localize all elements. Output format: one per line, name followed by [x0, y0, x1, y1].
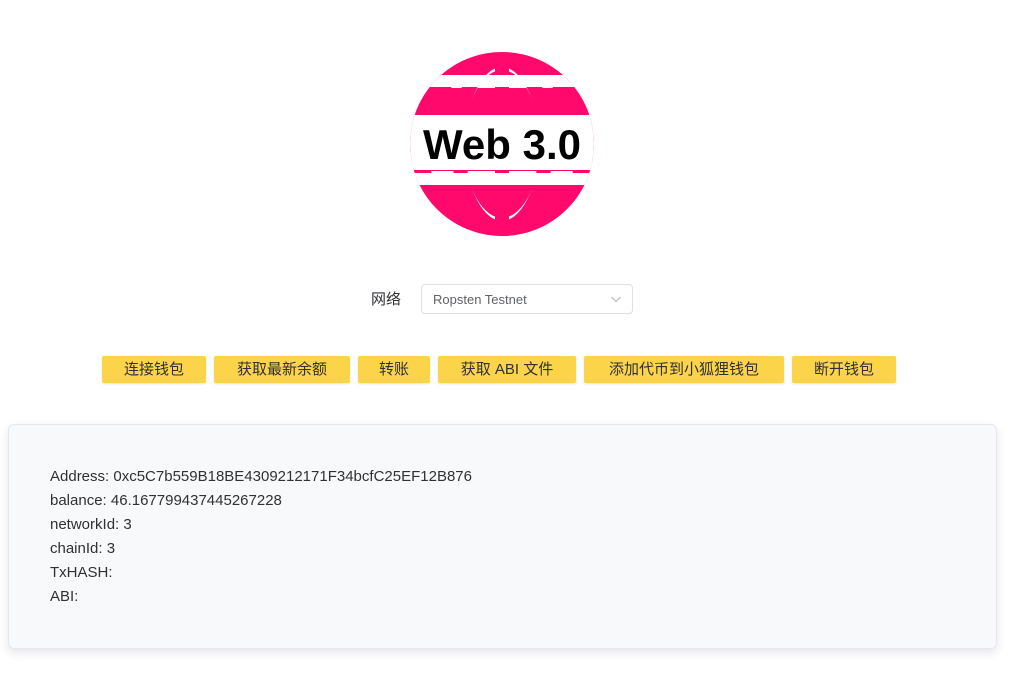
globe-icon: Web 3.0	[410, 52, 594, 236]
network-label: 网络	[371, 291, 402, 308]
web3-logo: Web 3.0	[408, 47, 596, 241]
connect-wallet-button[interactable]: 连接钱包	[102, 356, 206, 383]
get-balance-button[interactable]: 获取最新余额	[214, 356, 350, 383]
network-id-line: networkId: 3	[50, 516, 132, 533]
action-buttons: 连接钱包 获取最新余额 转账 获取 ABI 文件 添加代币到小狐狸钱包 断开钱包	[0, 356, 1011, 384]
chain-id-line: chainId: 3	[50, 540, 116, 557]
abi-line: ABI:	[50, 588, 79, 605]
add-token-metamask-button[interactable]: 添加代币到小狐狸钱包	[584, 356, 784, 383]
network-select[interactable]: Ropsten Testnet	[421, 284, 633, 314]
page: Web 3.0 网络 Ropsten Testnet 连接钱包 获取最新余额 转…	[0, 0, 1011, 685]
wallet-info-card: Address: 0xc5C7b559B18BE4309212171F34bcf…	[8, 424, 997, 649]
network-row: 网络 Ropsten Testnet	[0, 284, 1011, 316]
logo-text: Web 3.0	[423, 121, 581, 168]
transfer-button[interactable]: 转账	[358, 356, 430, 383]
address-line: Address: 0xc5C7b559B18BE4309212171F34bcf…	[50, 468, 472, 485]
disconnect-wallet-button[interactable]: 断开钱包	[792, 356, 896, 383]
balance-line: balance: 46.167799437445267228	[50, 492, 282, 509]
get-abi-button[interactable]: 获取 ABI 文件	[438, 356, 576, 383]
wallet-info-lines: Address: 0xc5C7b559B18BE4309212171F34bcf…	[50, 465, 472, 609]
chevron-down-icon	[611, 296, 621, 303]
network-select-value: Ropsten Testnet	[433, 292, 527, 307]
txhash-line: TxHASH:	[50, 564, 113, 581]
